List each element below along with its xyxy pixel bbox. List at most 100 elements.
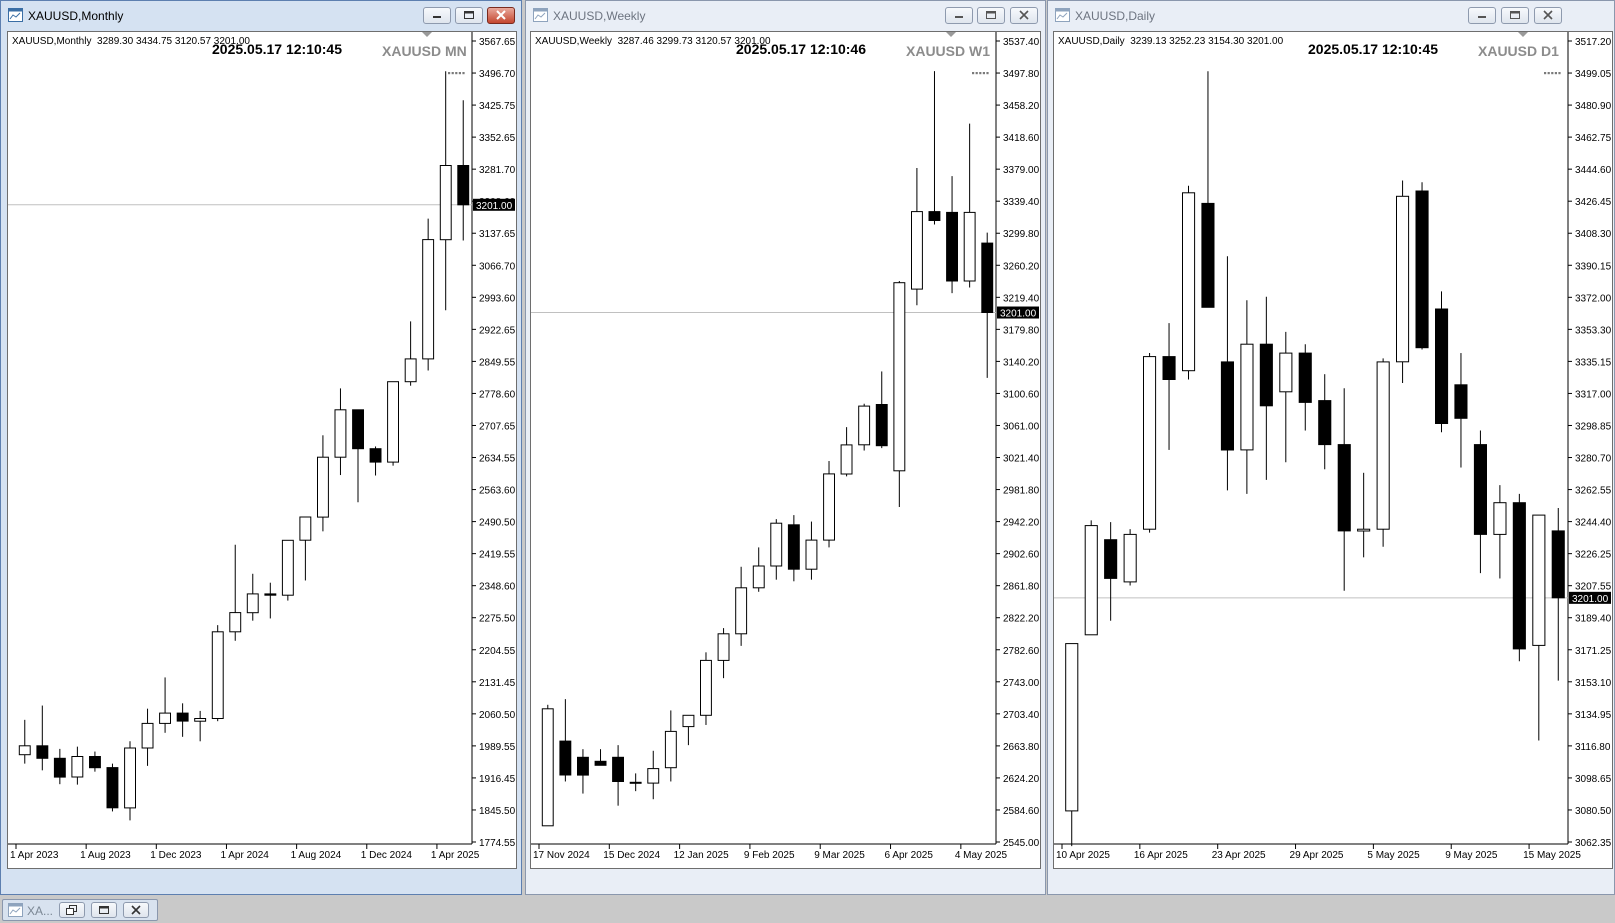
candle[interactable]: [141, 708, 154, 766]
close-button[interactable]: [1534, 7, 1562, 24]
candle[interactable]: [1435, 291, 1449, 433]
candle[interactable]: [1104, 522, 1118, 621]
candle[interactable]: [823, 461, 836, 548]
candle[interactable]: [1532, 514, 1546, 741]
candle[interactable]: [53, 748, 66, 785]
candle[interactable]: [559, 699, 572, 782]
candle[interactable]: [875, 371, 888, 449]
candle[interactable]: [1357, 472, 1371, 558]
candle[interactable]: [787, 515, 800, 582]
candle[interactable]: [1220, 256, 1234, 491]
candle[interactable]: [159, 677, 172, 733]
candle[interactable]: [89, 751, 101, 772]
candle[interactable]: [963, 123, 976, 288]
candle[interactable]: [840, 427, 853, 477]
candle[interactable]: [594, 749, 607, 766]
candle[interactable]: [893, 281, 906, 508]
monthly-chart-window[interactable]: XAUUSD,Monthly 3567.65 3496.70 3425.75 3352…: [0, 0, 522, 895]
daily-chart-canvas[interactable]: 3517.20 3499.05 3480.90 3462.75 3444.60 3426.…: [1054, 32, 1612, 868]
daily-chart[interactable]: 3517.20 3499.05 3480.90 3462.75 3444.60 3426.…: [1053, 31, 1613, 869]
candle[interactable]: [1396, 180, 1410, 383]
candle[interactable]: [1240, 300, 1254, 494]
candle[interactable]: [264, 582, 277, 619]
candle[interactable]: [1201, 71, 1215, 308]
candle[interactable]: [1123, 529, 1137, 586]
candle[interactable]: [404, 321, 417, 386]
candle[interactable]: [1182, 185, 1196, 380]
candle[interactable]: [124, 741, 136, 821]
restore-button[interactable]: [59, 902, 85, 918]
close-button[interactable]: [123, 902, 149, 918]
candle[interactable]: [387, 381, 400, 466]
daily-titlebar[interactable]: XAUUSD,Daily: [1048, 1, 1614, 31]
weekly-titlebar[interactable]: XAUUSD,Weekly: [526, 1, 1045, 31]
candle[interactable]: [735, 566, 748, 646]
candle[interactable]: [18, 719, 31, 764]
daily-chart-window[interactable]: XAUUSD,Daily 3517.20 3499.05 3480.90 3462.7…: [1047, 0, 1615, 895]
candle[interactable]: [176, 703, 189, 737]
candle[interactable]: [1143, 353, 1157, 533]
maximize-button[interactable]: [91, 902, 117, 918]
candle[interactable]: [369, 446, 382, 476]
candle[interactable]: [1337, 388, 1351, 591]
candle[interactable]: [317, 435, 329, 532]
candle[interactable]: [1279, 331, 1293, 463]
candle[interactable]: [1415, 182, 1429, 350]
close-button[interactable]: [487, 7, 515, 24]
candle[interactable]: [299, 516, 312, 581]
candle[interactable]: [981, 232, 994, 378]
candle[interactable]: [682, 714, 695, 746]
candle[interactable]: [334, 388, 347, 476]
candle[interactable]: [1473, 430, 1487, 574]
candle[interactable]: [946, 176, 959, 294]
candle[interactable]: [194, 710, 207, 742]
maximize-button[interactable]: [977, 7, 1005, 24]
candle[interactable]: [106, 763, 119, 812]
minimize-button[interactable]: [423, 7, 451, 24]
candle[interactable]: [1259, 296, 1273, 480]
minimize-button[interactable]: [1468, 7, 1496, 24]
candle[interactable]: [211, 625, 224, 722]
minimize-button[interactable]: [945, 7, 973, 24]
candle[interactable]: [1454, 353, 1468, 468]
candle[interactable]: [541, 704, 554, 827]
candle[interactable]: [1084, 520, 1098, 636]
candle[interactable]: [71, 746, 84, 785]
candle[interactable]: [647, 750, 660, 800]
candle[interactable]: [229, 544, 242, 641]
maximize-button[interactable]: [1501, 7, 1529, 24]
candle[interactable]: [770, 519, 783, 580]
monthly-chart[interactable]: 3567.653496.703425.753352.653281.703208.…: [7, 31, 517, 869]
candle[interactable]: [629, 773, 642, 792]
candle[interactable]: [717, 628, 730, 679]
candle[interactable]: [664, 710, 677, 782]
monthly-chart-canvas[interactable]: 3567.653496.703425.753352.653281.703208.…: [8, 32, 516, 868]
candle[interactable]: [928, 71, 941, 225]
candle[interactable]: [1376, 358, 1390, 547]
candle[interactable]: [281, 539, 294, 601]
candle[interactable]: [1065, 643, 1079, 847]
minimized-chart-window[interactable]: XA...: [2, 899, 158, 921]
close-button[interactable]: [1010, 7, 1038, 24]
candle[interactable]: [612, 745, 624, 806]
candle[interactable]: [700, 652, 712, 725]
candle[interactable]: [858, 403, 871, 451]
weekly-chart-window[interactable]: XAUUSD,Weekly 3537.40 3497.80 3458.20 3418.…: [525, 0, 1046, 895]
weekly-chart[interactable]: 3537.40 3497.80 3458.20 3418.60 3379.00 3339.…: [530, 31, 1041, 869]
maximize-button[interactable]: [455, 7, 483, 24]
candle[interactable]: [439, 71, 452, 311]
candle[interactable]: [752, 547, 765, 592]
candle[interactable]: [1162, 323, 1176, 450]
candle[interactable]: [422, 218, 435, 371]
weekly-chart-canvas[interactable]: 3537.40 3497.80 3458.20 3418.60 3379.00 3339.…: [531, 32, 1040, 868]
candle[interactable]: [457, 100, 470, 241]
candle[interactable]: [1512, 493, 1526, 662]
candle[interactable]: [246, 573, 259, 621]
candle[interactable]: [1493, 485, 1507, 579]
monthly-titlebar[interactable]: XAUUSD,Monthly: [1, 1, 521, 31]
candle[interactable]: [352, 409, 365, 503]
candle[interactable]: [1551, 508, 1565, 681]
candle[interactable]: [1298, 344, 1312, 431]
candle[interactable]: [1318, 374, 1332, 470]
candle[interactable]: [577, 749, 589, 794]
